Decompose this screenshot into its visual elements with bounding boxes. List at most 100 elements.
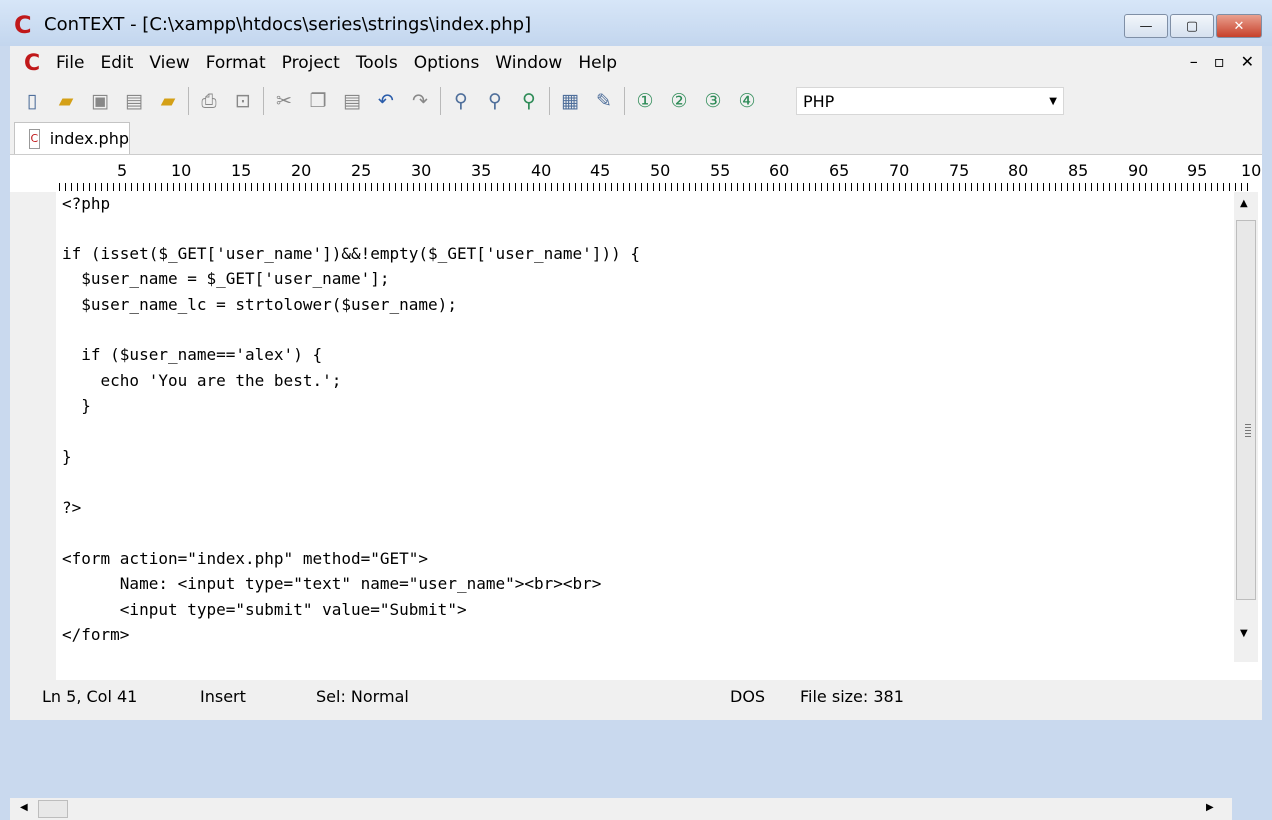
- ruler-number: 60: [769, 161, 790, 180]
- code-line: if ($user_name=='alex') {: [62, 345, 323, 364]
- ruler-number: 55: [710, 161, 731, 180]
- menu-options[interactable]: Options: [414, 53, 480, 73]
- ruler-ticks: [59, 183, 1249, 191]
- redo-icon[interactable]: ↷: [406, 87, 434, 115]
- user-command-1-icon[interactable]: ①: [631, 87, 659, 115]
- app-frame: C File Edit View Format Project Tools Op…: [10, 46, 1262, 820]
- minimize-icon: —: [1139, 18, 1153, 34]
- tools-icon[interactable]: ✎: [590, 87, 618, 115]
- code-line: <form action="index.php" method="GET">: [62, 549, 429, 568]
- ruler-number: 10: [1241, 161, 1262, 180]
- ruler: 5 10 15 20 25 30 35 40 45 50 55 60 65 70…: [10, 154, 1262, 193]
- new-file-icon[interactable]: ▯: [18, 87, 46, 115]
- user-command-2-icon[interactable]: ②: [665, 87, 693, 115]
- vertical-scrollbar[interactable]: ▲ ▼: [1234, 192, 1258, 662]
- cursor-position: Ln 5, Col 41: [42, 687, 138, 706]
- undo-icon[interactable]: ↶: [372, 87, 400, 115]
- code-line: <input type="submit" value="Submit">: [62, 600, 467, 619]
- selection-mode: Sel: Normal: [316, 687, 409, 706]
- code-line: Name: <input type="text" name="user_name…: [62, 574, 602, 593]
- ruler-number: 65: [829, 161, 850, 180]
- ruler-number: 5: [117, 161, 128, 180]
- find-next-icon[interactable]: ⚲: [481, 87, 509, 115]
- language-select[interactable]: PHP ▼: [796, 87, 1064, 115]
- properties-icon[interactable]: ▦: [556, 87, 584, 115]
- copy-icon[interactable]: ❐: [304, 87, 332, 115]
- ruler-number: 10: [171, 161, 192, 180]
- find-icon[interactable]: ⚲: [447, 87, 475, 115]
- language-value: PHP: [803, 92, 835, 111]
- open-folder-icon[interactable]: ▰: [154, 87, 182, 115]
- menu-bar: C File Edit View Format Project Tools Op…: [10, 46, 1262, 80]
- maximize-button[interactable]: ▢: [1170, 14, 1214, 38]
- menu-view[interactable]: View: [149, 53, 189, 73]
- code-editor[interactable]: <?php if (isset($_GET['user_name'])&&!em…: [10, 192, 1262, 820]
- toolbar-separator: [188, 87, 189, 115]
- menu-edit[interactable]: Edit: [100, 53, 133, 73]
- user-command-3-icon[interactable]: ③: [699, 87, 727, 115]
- menu-tools[interactable]: Tools: [356, 53, 398, 73]
- ruler-number: 95: [1187, 161, 1208, 180]
- toolbar-separator: [263, 87, 264, 115]
- ruler-number-current: 40: [531, 161, 552, 180]
- tab-bar: C index.php: [10, 122, 1262, 154]
- scroll-down-icon[interactable]: ▼: [1240, 628, 1248, 639]
- menu-items: File Edit View Format Project Tools Opti…: [56, 53, 633, 73]
- ruler-number: 15: [231, 161, 252, 180]
- save-all-icon[interactable]: ▤: [120, 87, 148, 115]
- save-icon[interactable]: ▣: [86, 87, 114, 115]
- toolbar-separator: [440, 87, 441, 115]
- window-controls: — ▢ ✕: [1122, 14, 1262, 38]
- horizontal-scroll-thumb[interactable]: [38, 800, 68, 818]
- minimize-button[interactable]: —: [1124, 14, 1168, 38]
- close-icon: ✕: [1233, 18, 1245, 34]
- scroll-up-icon[interactable]: ▲: [1240, 198, 1248, 209]
- paste-icon[interactable]: ▤: [338, 87, 366, 115]
- menu-project[interactable]: Project: [282, 53, 340, 73]
- print-preview-icon[interactable]: ⊡: [229, 87, 257, 115]
- window-title: ConTEXT - [C:\xampp\htdocs\series\string…: [44, 14, 532, 35]
- toolbar-separator: [624, 87, 625, 115]
- doc-restore-button[interactable]: ▫: [1214, 52, 1225, 71]
- tab-index-php[interactable]: C index.php: [14, 122, 130, 154]
- ruler-number: 30: [411, 161, 432, 180]
- scroll-right-icon[interactable]: ▶: [1206, 802, 1214, 813]
- edit-mode: Insert: [200, 687, 246, 706]
- horizontal-scrollbar[interactable]: ◀ ▶: [10, 798, 1232, 820]
- cut-icon[interactable]: ✂: [270, 87, 298, 115]
- replace-icon[interactable]: ⚲: [515, 87, 543, 115]
- print-icon[interactable]: ⎙: [195, 87, 223, 115]
- code-line-current: $user_name_lc = strtolower($user_name);: [62, 295, 457, 314]
- menu-window[interactable]: Window: [495, 53, 562, 73]
- close-button[interactable]: ✕: [1216, 14, 1262, 38]
- tab-label: index.php: [49, 129, 129, 148]
- menu-logo-icon[interactable]: C: [24, 51, 46, 76]
- ruler-number: 25: [351, 161, 372, 180]
- status-bar: Ln 5, Col 41 Insert Sel: Normal DOS File…: [10, 680, 1262, 710]
- doc-minimize-button[interactable]: –: [1190, 52, 1198, 71]
- user-command-4-icon[interactable]: ④: [733, 87, 761, 115]
- ruler-number: 35: [471, 161, 492, 180]
- menu-file[interactable]: File: [56, 53, 84, 73]
- ruler-number: 75: [949, 161, 970, 180]
- code-line: }: [62, 396, 91, 415]
- ruler-number: 70: [889, 161, 910, 180]
- line-endings: DOS: [730, 687, 766, 706]
- open-icon[interactable]: ▰: [52, 87, 80, 115]
- title-bar: C ConTEXT - [C:\xampp\htdocs\series\stri…: [0, 0, 1272, 46]
- menu-format[interactable]: Format: [206, 53, 266, 73]
- toolbar: ▯ ▰ ▣ ▤ ▰ ⎙ ⊡ ✂ ❐ ▤ ↶ ↷ ⚲ ⚲ ⚲ ▦ ✎ ① ② ③ …: [10, 82, 1262, 120]
- code-line: }: [62, 447, 72, 466]
- php-file-icon: C: [29, 128, 40, 149]
- doc-close-button[interactable]: ✕: [1241, 52, 1254, 71]
- ruler-number: 45: [590, 161, 611, 180]
- scroll-left-icon[interactable]: ◀: [20, 802, 28, 813]
- ruler-number: 50: [650, 161, 671, 180]
- vertical-scroll-thumb[interactable]: [1236, 220, 1256, 600]
- ruler-number: 90: [1128, 161, 1149, 180]
- code-line: </form>: [62, 625, 130, 644]
- ruler-number: 80: [1008, 161, 1029, 180]
- scroll-grip-icon: [1245, 424, 1251, 438]
- code-line: echo 'You are the best.';: [62, 371, 342, 390]
- menu-help[interactable]: Help: [578, 53, 617, 73]
